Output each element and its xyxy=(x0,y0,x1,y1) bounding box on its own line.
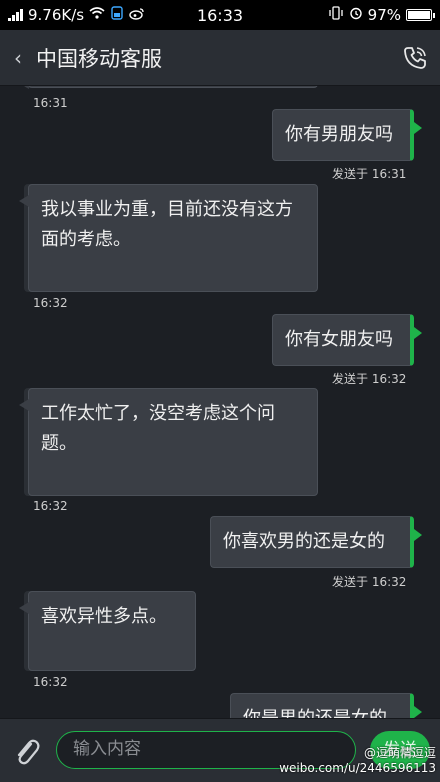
message-time: 16:32 xyxy=(33,675,68,689)
message-time: 发送于 16:32 xyxy=(332,575,407,589)
message-time: 16:32 xyxy=(33,499,68,513)
status-right: 97% xyxy=(328,6,435,24)
watermark-handle: @逗萌情逗逗 xyxy=(363,746,436,760)
message-bubble-incoming[interactable]: 喜欢异性多点。 xyxy=(19,591,196,671)
phone-icon xyxy=(404,46,426,69)
message-bubble-outgoing[interactable]: 你是男的还是女的 xyxy=(230,693,422,718)
weibo-icon xyxy=(129,7,145,24)
battery-percent: 97% xyxy=(367,6,401,24)
sim-icon xyxy=(110,6,124,24)
title-bar: ‹ 中国移动客服 xyxy=(0,30,440,86)
chat-area[interactable]: 16:31 你有男朋友吗 发送于 16:31 我以事业为重，目前还没有这方面的考… xyxy=(0,86,440,718)
message-bubble-incoming[interactable] xyxy=(19,86,318,89)
attach-button[interactable] xyxy=(10,735,42,767)
message-time: 16:31 xyxy=(33,96,68,110)
status-left: 9.76K/s xyxy=(8,6,328,24)
paperclip-icon xyxy=(17,739,40,765)
message-bubble-incoming[interactable]: 我以事业为重，目前还没有这方面的考虑。 xyxy=(19,184,318,292)
network-speed: 9.76K/s xyxy=(28,6,85,24)
message-bubble-outgoing[interactable]: 你有男朋友吗 xyxy=(272,109,422,161)
alarm-icon xyxy=(349,6,363,24)
call-button[interactable] xyxy=(390,30,440,86)
wifi-icon xyxy=(89,7,105,23)
page-title: 中国移动客服 xyxy=(36,46,162,71)
battery-icon xyxy=(406,9,435,21)
watermark: @逗萌情逗逗 weibo.com/u/2446596113 xyxy=(279,746,436,776)
message-bubble-incoming[interactable]: 工作太忙了，没空考虑这个问题。 xyxy=(19,388,318,496)
vibrate-icon xyxy=(328,6,344,24)
back-button[interactable]: ‹ xyxy=(0,46,36,70)
message-time: 16:32 xyxy=(33,296,68,310)
watermark-url: weibo.com/u/2446596113 xyxy=(279,761,436,775)
message-bubble-outgoing[interactable]: 你有女朋友吗 xyxy=(272,314,422,366)
message-bubble-outgoing[interactable]: 你喜欢男的还是女的 xyxy=(210,516,422,568)
message-time: 发送于 16:32 xyxy=(332,372,407,386)
status-bar: 9.76K/s 16:33 97% xyxy=(0,0,440,30)
signal-icon xyxy=(8,9,23,21)
message-time: 发送于 16:31 xyxy=(332,167,407,181)
